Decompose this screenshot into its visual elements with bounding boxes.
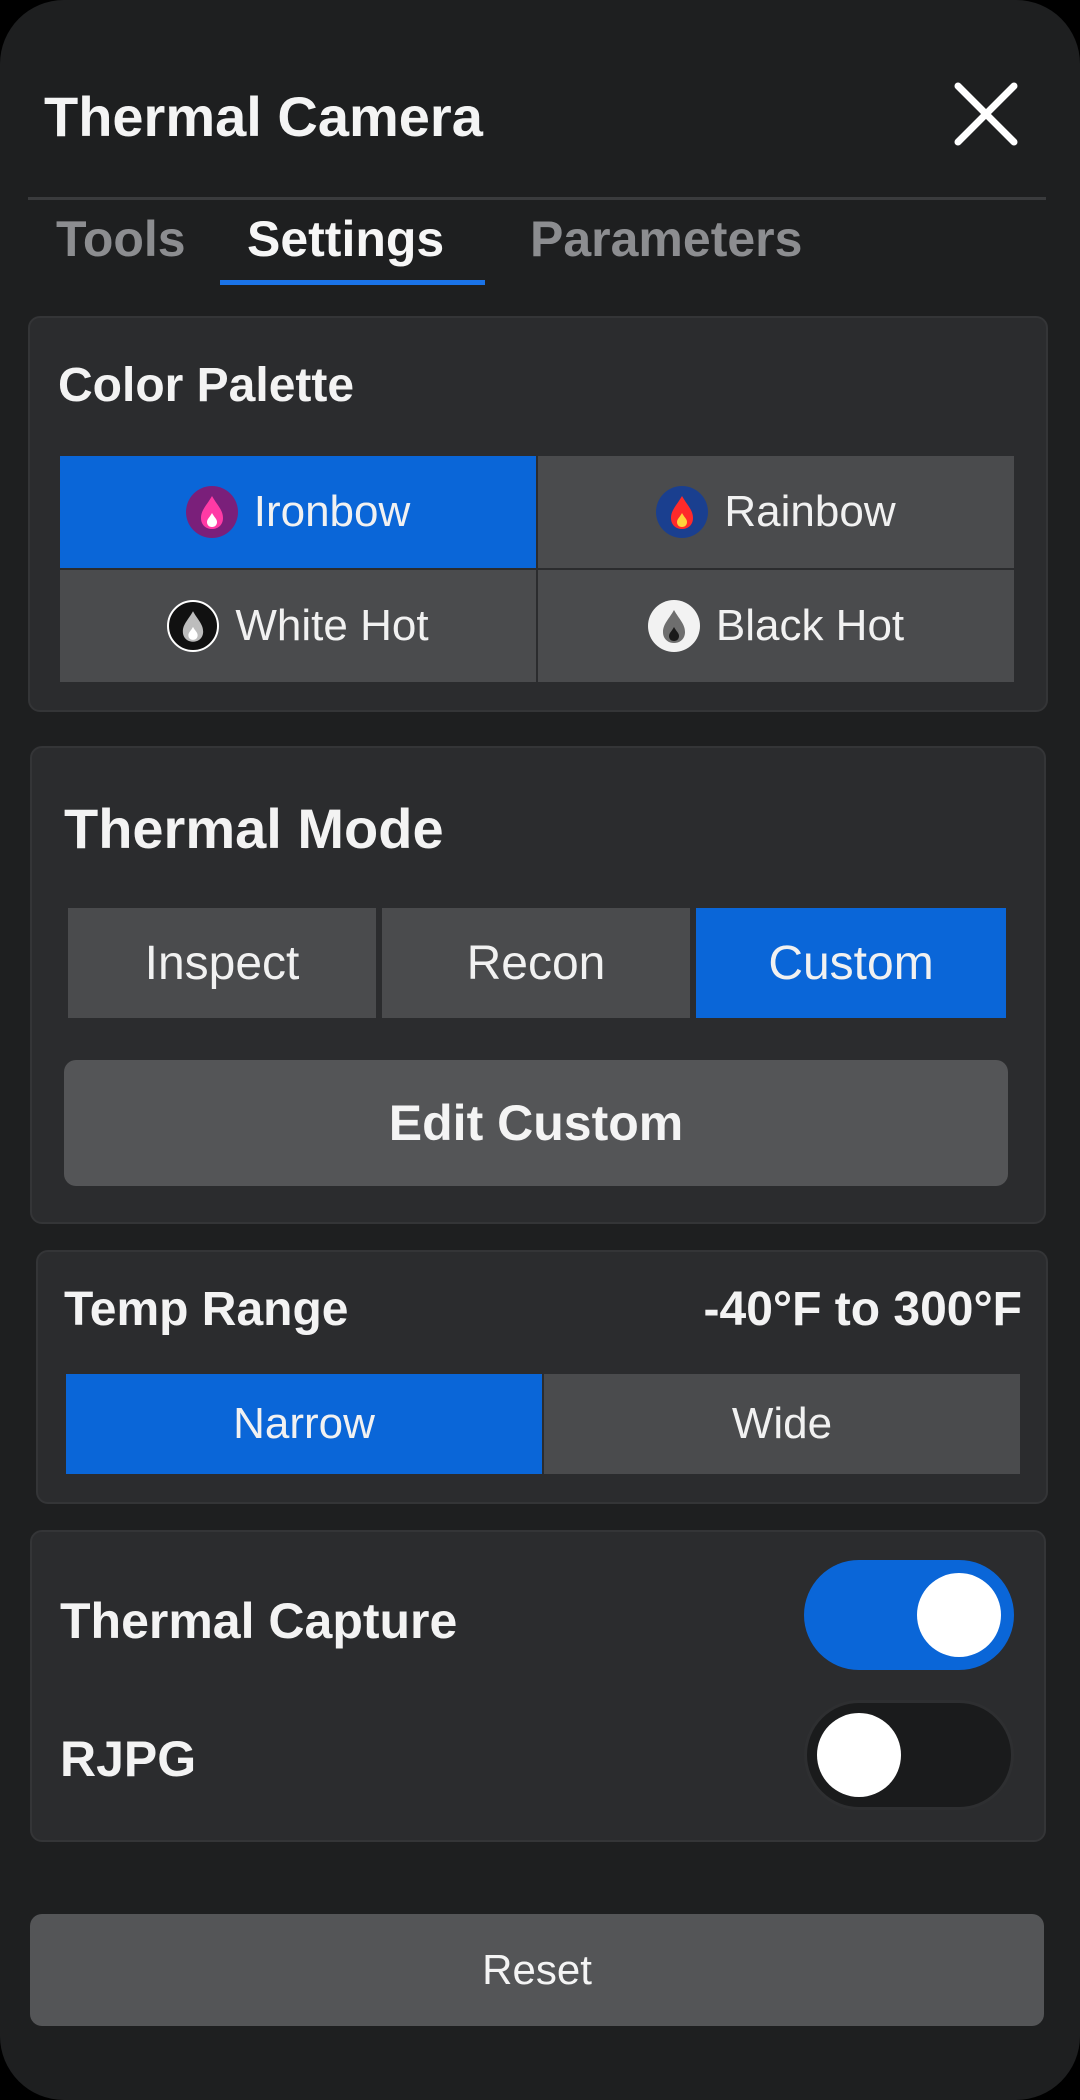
- reset-button[interactable]: Reset: [30, 1914, 1044, 2026]
- thermal-mode-card: Thermal Mode Inspect Recon Custom Edit C…: [30, 746, 1046, 1224]
- mode-option-label: Inspect: [144, 936, 300, 990]
- range-option-label: Wide: [731, 1399, 833, 1448]
- thermal-capture-label: Thermal Capture: [60, 1593, 458, 1649]
- temp-range-card: Temp Range -40°F to 300°F Narrow Wide: [36, 1250, 1048, 1504]
- range-option-wide[interactable]: Wide: [544, 1374, 1020, 1474]
- mode-option-recon[interactable]: Recon: [382, 908, 690, 1018]
- rjpg-label: RJPG: [60, 1731, 197, 1787]
- page-title: Thermal Camera: [44, 85, 483, 148]
- flame-ironbow-icon: [185, 486, 238, 538]
- palette-option-ironbow[interactable]: Ironbow: [60, 456, 536, 568]
- mode-option-label: Recon: [466, 936, 606, 990]
- flame-rainbow-icon: [656, 486, 709, 538]
- palette-option-label: Ironbow: [253, 487, 411, 536]
- thermal-capture-toggle[interactable]: [804, 1560, 1014, 1670]
- edit-custom-button[interactable]: Edit Custom: [64, 1060, 1008, 1186]
- toggle-knob: [817, 1713, 901, 1797]
- palette-option-black-hot[interactable]: Black Hot: [538, 570, 1014, 682]
- tab-settings[interactable]: Settings: [247, 210, 444, 268]
- capture-settings-card: Thermal Capture RJPG: [30, 1530, 1046, 1842]
- palette-option-label: Rainbow: [724, 487, 896, 536]
- active-tab-indicator: [220, 280, 485, 285]
- temp-range-value: -40°F to 300°F: [703, 1283, 1022, 1336]
- flame-white-hot-icon: [167, 600, 220, 652]
- mode-option-custom[interactable]: Custom: [696, 908, 1006, 1018]
- header-divider: [28, 197, 1046, 200]
- thermal-mode-title: Thermal Mode: [64, 797, 444, 860]
- rjpg-toggle[interactable]: [804, 1700, 1014, 1810]
- thermal-camera-panel: Thermal Camera Tools Settings Parameters…: [0, 0, 1080, 2100]
- palette-option-label: White Hot: [235, 601, 429, 650]
- mode-option-label: Custom: [768, 936, 934, 990]
- tab-parameters[interactable]: Parameters: [530, 210, 802, 268]
- close-icon[interactable]: [948, 76, 1024, 152]
- range-option-label: Narrow: [233, 1399, 375, 1448]
- palette-option-white-hot[interactable]: White Hot: [60, 570, 536, 682]
- tab-tools[interactable]: Tools: [56, 210, 186, 268]
- toggle-knob: [917, 1573, 1001, 1657]
- palette-option-label: Black Hot: [715, 601, 905, 650]
- mode-option-inspect[interactable]: Inspect: [68, 908, 376, 1018]
- color-palette-title: Color Palette: [58, 359, 355, 412]
- palette-option-rainbow[interactable]: Rainbow: [538, 456, 1014, 568]
- range-option-narrow[interactable]: Narrow: [66, 1374, 542, 1474]
- flame-black-hot-icon: [647, 600, 700, 652]
- temp-range-title: Temp Range: [64, 1283, 349, 1336]
- color-palette-card: Color Palette Ironbow Rainbow White Hot …: [28, 316, 1048, 712]
